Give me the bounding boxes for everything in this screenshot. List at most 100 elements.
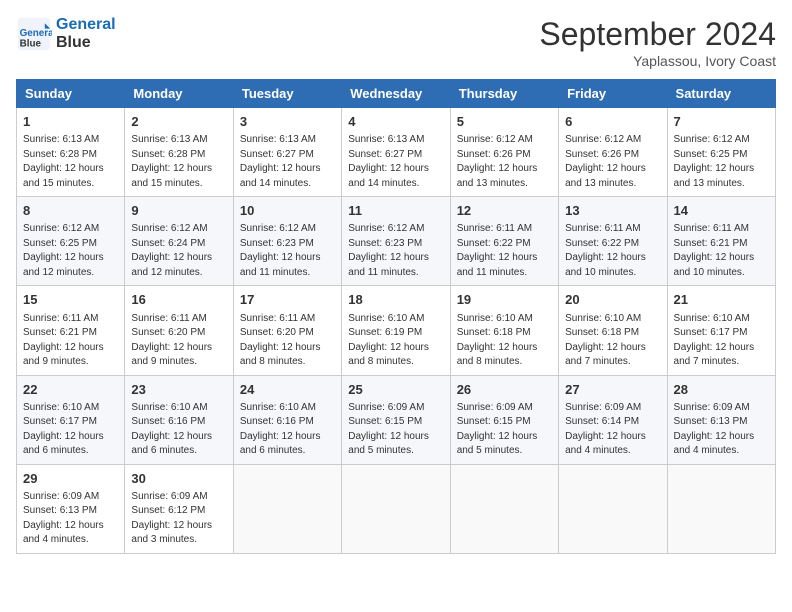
weekday-header-thursday: Thursday <box>450 80 558 108</box>
calendar-cell <box>233 464 341 553</box>
day-number: 22 <box>23 381 118 399</box>
calendar-cell: 6Sunrise: 6:12 AMSunset: 6:26 PMDaylight… <box>559 108 667 197</box>
day-number: 13 <box>565 202 660 220</box>
calendar-cell <box>559 464 667 553</box>
cell-details: Sunrise: 6:10 AMSunset: 6:17 PMDaylight:… <box>23 401 118 459</box>
day-number: 10 <box>240 202 335 220</box>
cell-details: Sunrise: 6:10 AMSunset: 6:19 PMDaylight:… <box>348 312 443 370</box>
calendar-header: SundayMondayTuesdayWednesdayThursdayFrid… <box>17 80 776 108</box>
day-number: 2 <box>131 113 226 131</box>
calendar-cell: 14 Sunrise: 6:11 AMSunset: 6:21 PMDayligh… <box>667 197 775 286</box>
day-number: 7 <box>674 113 769 131</box>
day-number: 8 <box>23 202 118 220</box>
calendar-cell: 1 Sunrise: 6:13 AMSunset: 6:28 PMDaylight… <box>17 108 125 197</box>
day-number: 12 <box>457 202 552 220</box>
logo-icon: General Blue <box>16 16 52 52</box>
day-number: 15 <box>23 291 118 309</box>
day-number: 16 <box>131 291 226 309</box>
cell-details: Sunrise: 6:12 AMSunset: 6:23 PMDaylight:… <box>240 222 335 280</box>
calendar-cell: 30Sunrise: 6:09 AMSunset: 6:12 PMDayligh… <box>125 464 233 553</box>
day-number: 9 <box>131 202 226 220</box>
day-number: 25 <box>348 381 443 399</box>
weekday-header-sunday: Sunday <box>17 80 125 108</box>
cell-details: Sunrise: 6:10 AMSunset: 6:18 PMDaylight:… <box>457 312 552 370</box>
cell-details: Sunrise: 6:10 AMSunset: 6:18 PMDaylight:… <box>565 312 660 370</box>
calendar-cell: 5Sunrise: 6:12 AMSunset: 6:26 PMDaylight… <box>450 108 558 197</box>
weekday-header-wednesday: Wednesday <box>342 80 450 108</box>
cell-details: Sunrise: 6:11 AMSunset: 6:20 PMDaylight:… <box>240 312 335 370</box>
calendar-cell: 15 Sunrise: 6:11 AMSunset: 6:21 PMDayligh… <box>17 286 125 375</box>
calendar-body: 1 Sunrise: 6:13 AMSunset: 6:28 PMDaylight… <box>17 108 776 554</box>
calendar-week-1: 1 Sunrise: 6:13 AMSunset: 6:28 PMDaylight… <box>17 108 776 197</box>
day-number: 27 <box>565 381 660 399</box>
calendar-cell: 10 Sunrise: 6:12 AMSunset: 6:23 PMDayligh… <box>233 197 341 286</box>
day-number: 18 <box>348 291 443 309</box>
day-number: 30 <box>131 470 226 488</box>
cell-details: Sunrise: 6:13 AMSunset: 6:28 PMDaylight:… <box>131 133 226 191</box>
calendar-cell: 28Sunrise: 6:09 AMSunset: 6:13 PMDayligh… <box>667 375 775 464</box>
weekday-header-saturday: Saturday <box>667 80 775 108</box>
calendar-cell: 8 Sunrise: 6:12 AMSunset: 6:25 PMDaylight… <box>17 197 125 286</box>
cell-details: Sunrise: 6:10 AMSunset: 6:16 PMDaylight:… <box>131 401 226 459</box>
day-number: 21 <box>674 291 769 309</box>
day-number: 24 <box>240 381 335 399</box>
calendar-cell: 27 Sunrise: 6:09 AMSunset: 6:14 PMDayligh… <box>559 375 667 464</box>
day-number: 29 <box>23 470 118 488</box>
logo-general: General <box>56 16 116 34</box>
calendar-cell <box>667 464 775 553</box>
weekday-header-tuesday: Tuesday <box>233 80 341 108</box>
cell-details: Sunrise: 6:12 AMSunset: 6:24 PMDaylight:… <box>131 222 226 280</box>
weekday-header-friday: Friday <box>559 80 667 108</box>
logo: General Blue General Blue <box>16 16 116 52</box>
day-number: 14 <box>674 202 769 220</box>
day-number: 20 <box>565 291 660 309</box>
calendar-cell: 12 Sunrise: 6:11 AMSunset: 6:22 PMDayligh… <box>450 197 558 286</box>
svg-text:General: General <box>20 28 52 39</box>
calendar-week-3: 15 Sunrise: 6:11 AMSunset: 6:21 PMDayligh… <box>17 286 776 375</box>
cell-details: Sunrise: 6:09 AMSunset: 6:13 PMDaylight:… <box>674 401 769 459</box>
day-number: 23 <box>131 381 226 399</box>
cell-details: Sunrise: 6:11 AMSunset: 6:22 PMDaylight:… <box>565 222 660 280</box>
day-number: 5 <box>457 113 552 131</box>
location: Yaplassou, Ivory Coast <box>539 53 776 69</box>
day-number: 11 <box>348 202 443 220</box>
cell-details: Sunrise: 6:12 AMSunset: 6:23 PMDaylight:… <box>348 222 443 280</box>
calendar-cell: 20 Sunrise: 6:10 AMSunset: 6:18 PMDayligh… <box>559 286 667 375</box>
calendar-cell: 17Sunrise: 6:11 AMSunset: 6:20 PMDayligh… <box>233 286 341 375</box>
calendar-cell: 4 Sunrise: 6:13 AMSunset: 6:27 PMDaylight… <box>342 108 450 197</box>
cell-details: Sunrise: 6:13 AMSunset: 6:28 PMDaylight:… <box>23 133 118 191</box>
cell-details: Sunrise: 6:09 AMSunset: 6:15 PMDaylight:… <box>457 401 552 459</box>
calendar-cell: 18 Sunrise: 6:10 AMSunset: 6:19 PMDayligh… <box>342 286 450 375</box>
cell-details: Sunrise: 6:11 AMSunset: 6:21 PMDaylight:… <box>23 312 118 370</box>
title-block: September 2024 Yaplassou, Ivory Coast <box>539 16 776 69</box>
calendar-week-2: 8 Sunrise: 6:12 AMSunset: 6:25 PMDaylight… <box>17 197 776 286</box>
day-number: 1 <box>23 113 118 131</box>
day-number: 3 <box>240 113 335 131</box>
calendar-cell: 13 Sunrise: 6:11 AMSunset: 6:22 PMDayligh… <box>559 197 667 286</box>
weekday-row: SundayMondayTuesdayWednesdayThursdayFrid… <box>17 80 776 108</box>
calendar-cell: 29Sunrise: 6:09 AMSunset: 6:13 PMDayligh… <box>17 464 125 553</box>
calendar-table: SundayMondayTuesdayWednesdayThursdayFrid… <box>16 79 776 554</box>
cell-details: Sunrise: 6:11 AMSunset: 6:20 PMDaylight:… <box>131 312 226 370</box>
calendar-cell: 21Sunrise: 6:10 AMSunset: 6:17 PMDayligh… <box>667 286 775 375</box>
calendar-cell: 25 Sunrise: 6:09 AMSunset: 6:15 PMDayligh… <box>342 375 450 464</box>
cell-details: Sunrise: 6:13 AMSunset: 6:27 PMDaylight:… <box>240 133 335 191</box>
calendar-cell: 19Sunrise: 6:10 AMSunset: 6:18 PMDayligh… <box>450 286 558 375</box>
day-number: 4 <box>348 113 443 131</box>
day-number: 6 <box>565 113 660 131</box>
cell-details: Sunrise: 6:11 AMSunset: 6:22 PMDaylight:… <box>457 222 552 280</box>
calendar-cell <box>450 464 558 553</box>
cell-details: Sunrise: 6:12 AMSunset: 6:25 PMDaylight:… <box>23 222 118 280</box>
cell-details: Sunrise: 6:09 AMSunset: 6:15 PMDaylight:… <box>348 401 443 459</box>
calendar-cell: 9 Sunrise: 6:12 AMSunset: 6:24 PMDaylight… <box>125 197 233 286</box>
cell-details: Sunrise: 6:09 AMSunset: 6:14 PMDaylight:… <box>565 401 660 459</box>
cell-details: Sunrise: 6:13 AMSunset: 6:27 PMDaylight:… <box>348 133 443 191</box>
logo-blue: Blue <box>56 34 116 52</box>
calendar-cell: 7 Sunrise: 6:12 AMSunset: 6:25 PMDaylight… <box>667 108 775 197</box>
cell-details: Sunrise: 6:12 AMSunset: 6:25 PMDaylight:… <box>674 133 769 191</box>
cell-details: Sunrise: 6:11 AMSunset: 6:21 PMDaylight:… <box>674 222 769 280</box>
calendar-cell: 3 Sunrise: 6:13 AMSunset: 6:27 PMDaylight… <box>233 108 341 197</box>
day-number: 26 <box>457 381 552 399</box>
calendar-cell: 22 Sunrise: 6:10 AMSunset: 6:17 PMDayligh… <box>17 375 125 464</box>
calendar-week-4: 22 Sunrise: 6:10 AMSunset: 6:17 PMDayligh… <box>17 375 776 464</box>
